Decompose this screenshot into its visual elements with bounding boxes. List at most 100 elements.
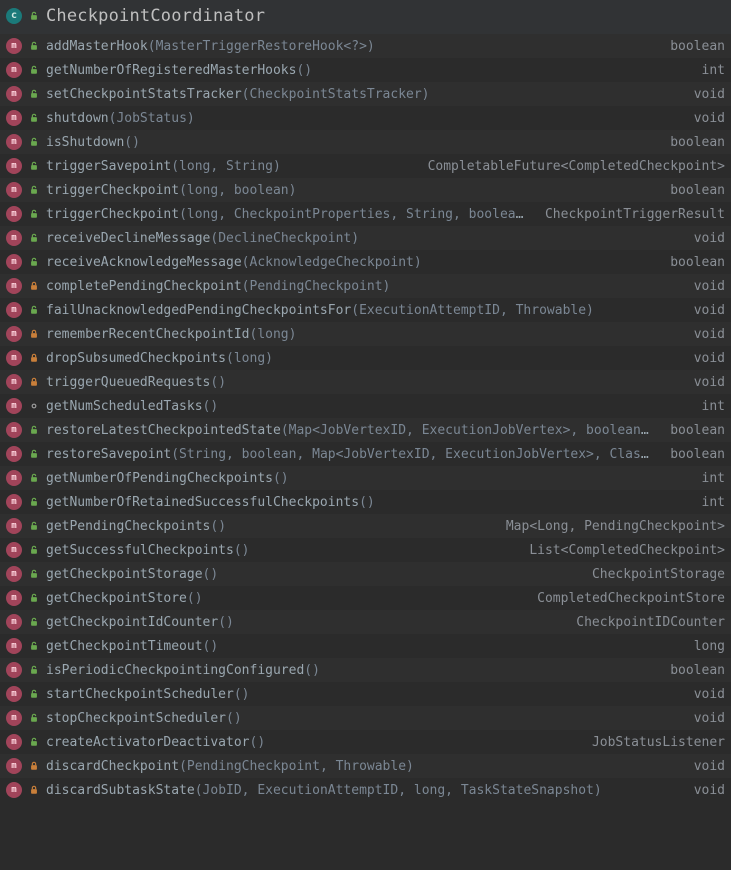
method-signature: discardCheckpoint(PendingCheckpoint, Thr… — [46, 759, 678, 774]
public-icon — [28, 736, 40, 748]
public-icon — [28, 640, 40, 652]
method-row[interactable]: mrememberRecentCheckpointId(long)void — [0, 322, 731, 346]
method-row[interactable]: mgetNumberOfPendingCheckpoints()int — [0, 466, 731, 490]
method-icon: m — [6, 638, 22, 654]
return-type: boolean — [660, 663, 725, 678]
method-row[interactable]: mgetCheckpointIdCounter()CheckpointIDCou… — [0, 610, 731, 634]
method-row[interactable]: mtriggerCheckpoint(long, CheckpointPrope… — [0, 202, 731, 226]
method-row[interactable]: mcreateActivatorDeactivator()JobStatusLi… — [0, 730, 731, 754]
method-row[interactable]: m stopCheckpointScheduler() void — [0, 706, 731, 730]
method-row[interactable]: mrestoreSavepoint(String, boolean, Map<J… — [0, 442, 731, 466]
public-icon — [28, 160, 40, 172]
return-type: void — [684, 687, 725, 702]
method-signature: getPendingCheckpoints() — [46, 519, 490, 534]
method-signature: stopCheckpointScheduler() — [46, 711, 678, 726]
method-params: (DeclineCheckpoint) — [210, 231, 359, 246]
method-signature: getCheckpointStore() — [46, 591, 521, 606]
method-icon: m — [6, 206, 22, 222]
return-type: void — [684, 87, 725, 102]
method-name: setCheckpointStatsTracker — [46, 87, 242, 102]
return-type: void — [684, 711, 725, 726]
method-row[interactable]: msetCheckpointStatsTracker(CheckpointSta… — [0, 82, 731, 106]
return-type: void — [684, 783, 725, 798]
method-signature: shutdown(JobStatus) — [46, 111, 678, 126]
method-name: stopCheckpointScheduler — [46, 711, 226, 726]
method-icon: m — [6, 518, 22, 534]
method-params: () — [218, 615, 234, 630]
method-name: restoreSavepoint — [46, 447, 171, 462]
method-row[interactable]: mgetCheckpointStore()CompletedCheckpoint… — [0, 586, 731, 610]
method-params: () — [124, 135, 140, 150]
method-signature: receiveAcknowledgeMessage(AcknowledgeChe… — [46, 255, 654, 270]
method-row[interactable]: mgetSuccessfulCheckpoints()List<Complete… — [0, 538, 731, 562]
method-signature: startCheckpointScheduler() — [46, 687, 678, 702]
method-row[interactable]: mgetCheckpointTimeout()long — [0, 634, 731, 658]
structure-header: c CheckpointCoordinator — [0, 0, 731, 34]
method-params: (PendingCheckpoint) — [242, 279, 391, 294]
method-row[interactable]: mdiscardCheckpoint(PendingCheckpoint, Th… — [0, 754, 731, 778]
method-row[interactable]: mtriggerQueuedRequests()void — [0, 370, 731, 394]
method-name: failUnacknowledgedPendingCheckpointsFor — [46, 303, 351, 318]
method-row[interactable]: mshutdown(JobStatus)void — [0, 106, 731, 130]
class-title[interactable]: CheckpointCoordinator — [46, 6, 265, 26]
return-type: CheckpointStorage — [582, 567, 725, 582]
method-icon: m — [6, 710, 22, 726]
method-row[interactable]: mrestoreLatestCheckpointedState(Map<JobV… — [0, 418, 731, 442]
method-params: () — [210, 375, 226, 390]
method-row[interactable]: mgetCheckpointStorage()CheckpointStorage — [0, 562, 731, 586]
method-row[interactable]: mgetNumberOfRegisteredMasterHooks()int — [0, 58, 731, 82]
public-icon — [28, 448, 40, 460]
method-row[interactable]: mtriggerCheckpoint(long, boolean)boolean — [0, 178, 731, 202]
method-name: triggerSavepoint — [46, 159, 171, 174]
return-type: void — [684, 111, 725, 126]
method-row[interactable]: mfailUnacknowledgedPendingCheckpointsFor… — [0, 298, 731, 322]
method-row[interactable]: mcompletePendingCheckpoint(PendingCheckp… — [0, 274, 731, 298]
method-row[interactable]: mdropSubsumedCheckpoints(long)void — [0, 346, 731, 370]
method-params: () — [187, 591, 203, 606]
method-row[interactable]: m receiveAcknowledgeMessage(AcknowledgeCh… — [0, 250, 731, 274]
method-params: (PendingCheckpoint, Throwable) — [179, 759, 414, 774]
method-icon: m — [6, 254, 22, 270]
method-icon: m — [6, 542, 22, 558]
method-icon: m — [6, 134, 22, 150]
method-row[interactable]: mtriggerSavepoint(long, String)Completab… — [0, 154, 731, 178]
method-icon: m — [6, 422, 22, 438]
method-name: getCheckpointTimeout — [46, 639, 203, 654]
method-icon: m — [6, 590, 22, 606]
return-type: boolean — [660, 39, 725, 54]
method-params: () — [203, 567, 219, 582]
method-signature: getNumberOfRetainedSuccessfulCheckpoints… — [46, 495, 686, 510]
class-icon: c — [6, 8, 22, 24]
method-row[interactable]: mgetPendingCheckpoints()Map<Long, Pendin… — [0, 514, 731, 538]
method-name: addMasterHook — [46, 39, 148, 54]
method-icon: m — [6, 782, 22, 798]
private-icon — [28, 328, 40, 340]
method-signature: triggerQueuedRequests() — [46, 375, 678, 390]
return-type: void — [684, 759, 725, 774]
package-icon — [28, 400, 40, 412]
return-type: boolean — [660, 423, 725, 438]
method-signature: createActivatorDeactivator() — [46, 735, 576, 750]
method-icon: m — [6, 230, 22, 246]
public-icon — [28, 112, 40, 124]
public-icon — [28, 712, 40, 724]
public-icon — [28, 496, 40, 508]
method-name: receiveAcknowledgeMessage — [46, 255, 242, 270]
method-row[interactable]: mdiscardSubtaskState(JobID, ExecutionAtt… — [0, 778, 731, 802]
method-signature: getNumberOfPendingCheckpoints() — [46, 471, 686, 486]
method-row[interactable]: mreceiveDeclineMessage(DeclineCheckpoint… — [0, 226, 731, 250]
private-icon — [28, 760, 40, 772]
method-params: (String, boolean, Map<JobVertexID, Execu… — [171, 447, 654, 462]
public-icon — [28, 664, 40, 676]
method-row[interactable]: misPeriodicCheckpointingConfigured()bool… — [0, 658, 731, 682]
method-row[interactable]: mgetNumberOfRetainedSuccessfulCheckpoint… — [0, 490, 731, 514]
method-params: (long) — [250, 327, 297, 342]
public-icon — [28, 88, 40, 100]
return-type: int — [692, 471, 725, 486]
method-row[interactable]: misShutdown()boolean — [0, 130, 731, 154]
method-row[interactable]: mstartCheckpointScheduler()void — [0, 682, 731, 706]
method-signature: addMasterHook(MasterTriggerRestoreHook<?… — [46, 39, 654, 54]
method-row[interactable]: mgetNumScheduledTasks()int — [0, 394, 731, 418]
method-row[interactable]: maddMasterHook(MasterTriggerRestoreHook<… — [0, 34, 731, 58]
method-name: getCheckpointStorage — [46, 567, 203, 582]
